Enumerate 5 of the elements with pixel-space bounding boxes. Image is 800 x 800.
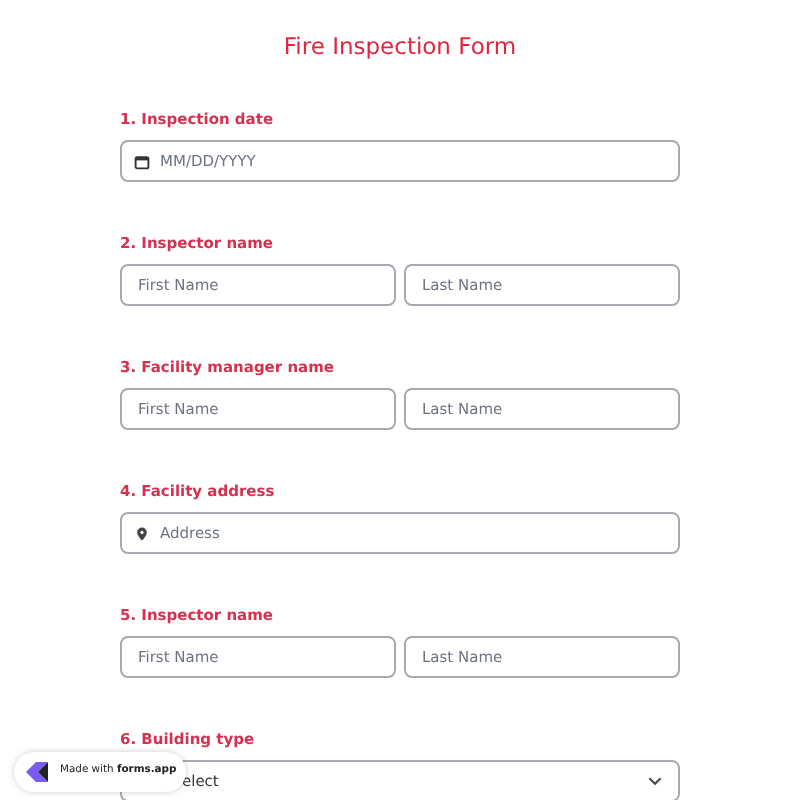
- logo-icon: [24, 760, 52, 784]
- location-pin-icon: [134, 525, 150, 541]
- form-title: Fire Inspection Form: [281, 30, 519, 62]
- calendar-icon: [134, 153, 150, 169]
- chevron-down-icon: [648, 776, 662, 786]
